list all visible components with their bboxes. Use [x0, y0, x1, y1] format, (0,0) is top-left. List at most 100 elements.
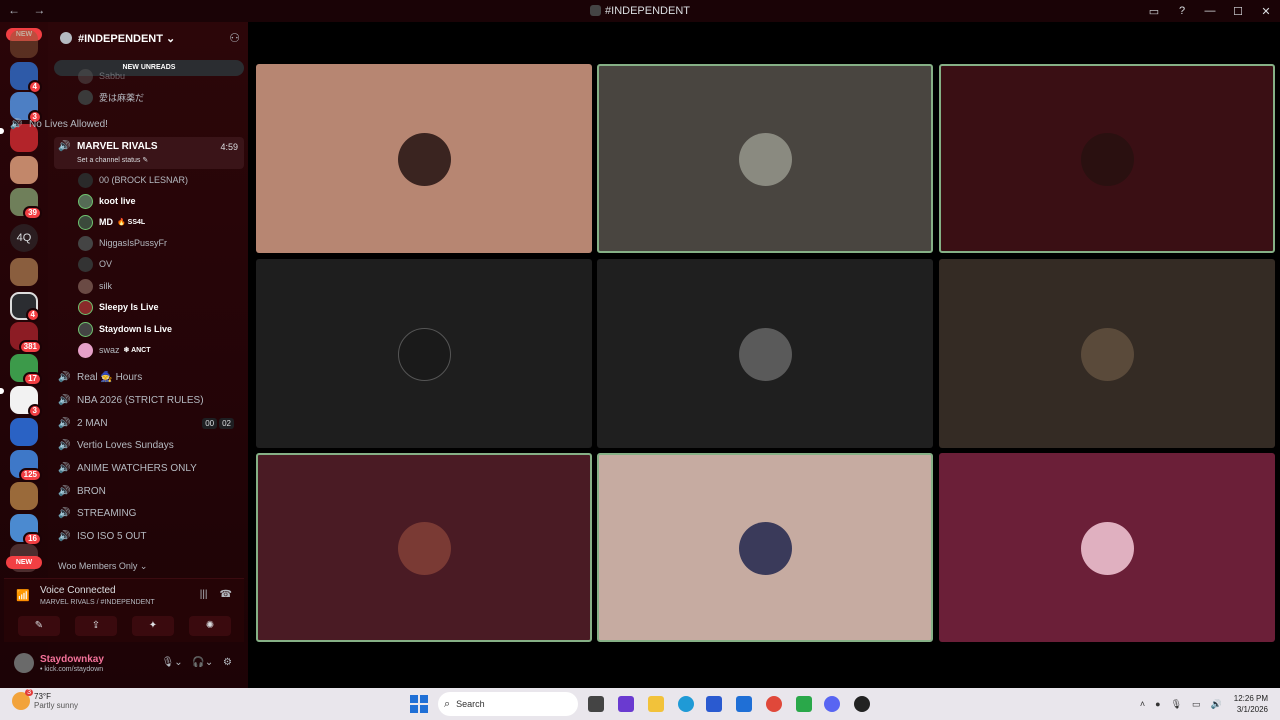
- clan-tag: ❄ ANCT: [123, 347, 151, 354]
- camera-off-button[interactable]: ✎: [18, 616, 60, 636]
- activities-button[interactable]: ✦: [132, 616, 174, 636]
- participant-tile[interactable]: [939, 64, 1275, 253]
- member-item[interactable]: Sleepy Is Live: [78, 297, 159, 317]
- clock[interactable]: 12:26 PM 3/1/2026: [1234, 693, 1268, 715]
- voice-channel[interactable]: 🔊 ISO ISO 5 OUT: [54, 526, 242, 546]
- server-icon-5[interactable]: 39: [10, 188, 42, 220]
- gear-icon[interactable]: ⚙: [223, 657, 232, 668]
- member-item[interactable]: Sabbu: [78, 66, 125, 86]
- app-icon[interactable]: [854, 696, 870, 712]
- taskbar-search[interactable]: ⌕ Search: [438, 692, 578, 716]
- server-icon-8[interactable]: 381: [10, 322, 42, 354]
- participant-tile[interactable]: [256, 64, 592, 253]
- chevron-up-icon[interactable]: ˄: [1140, 699, 1145, 709]
- member-name: swaz: [99, 345, 120, 355]
- participant-tile[interactable]: [939, 259, 1275, 448]
- speaker-icon: 🔊: [58, 530, 71, 542]
- chrome-icon[interactable]: [766, 696, 782, 712]
- app-icon[interactable]: [796, 696, 812, 712]
- participant-tile[interactable]: [256, 453, 592, 642]
- voice-channel-active[interactable]: 🔊 MARVEL RIVALS 4:59 Set a channel statu…: [54, 137, 244, 169]
- maximize-button[interactable]: ☐: [1224, 5, 1252, 18]
- server-icon-7[interactable]: 4: [10, 292, 40, 322]
- voice-channel[interactable]: 🔊 Vertio Loves Sundays: [54, 435, 242, 455]
- avatar: [1081, 132, 1134, 186]
- app-tray-icon[interactable]: ●: [1155, 699, 1160, 709]
- invite-icon[interactable]: ⚇: [229, 31, 240, 45]
- member-item[interactable]: OV: [78, 254, 112, 274]
- help-icon[interactable]: ?: [1168, 5, 1196, 17]
- server-icon-0[interactable]: [10, 30, 38, 58]
- volume-icon[interactable]: 🔊: [1211, 699, 1222, 710]
- voice-channel[interactable]: 🔊 ANIME WATCHERS ONLY: [54, 458, 242, 478]
- headphones-icon[interactable]: 🎧⌄: [192, 657, 213, 668]
- minimize-button[interactable]: —: [1196, 5, 1224, 17]
- server-name: #INDEPENDENT ⌄: [78, 32, 176, 45]
- microphone-icon[interactable]: 🎙: [1171, 699, 1182, 710]
- app-icon[interactable]: [618, 696, 634, 712]
- server-header[interactable]: #INDEPENDENT ⌄ ⚇: [48, 22, 248, 54]
- soundboard-button[interactable]: ✺: [189, 616, 231, 636]
- member-item[interactable]: MD 🔥 SS4L: [78, 212, 145, 232]
- signal-icon[interactable]: 📶: [16, 589, 30, 602]
- server-icon-10[interactable]: 3: [10, 386, 42, 418]
- voice-location[interactable]: MARVEL RIVALS / #INDEPENDENT: [40, 599, 155, 606]
- category-header[interactable]: Woo Members Only ⌄: [58, 561, 147, 572]
- avatar[interactable]: [14, 653, 34, 673]
- noise-suppression-icon[interactable]: |||: [200, 589, 208, 600]
- voice-channel[interactable]: 🔊 2 MAN 00 02: [54, 413, 242, 433]
- avatar: [78, 321, 93, 337]
- member-name: Sleepy Is Live: [99, 302, 159, 312]
- weather-icon: 3: [12, 689, 33, 710]
- unread-pip: [0, 128, 4, 134]
- user-panel: Staydownkay • kick.com/staydown 🎙⌄ 🎧⌄ ⚙: [4, 648, 244, 680]
- server-icon-1[interactable]: 4: [10, 62, 42, 94]
- member-name: MD: [99, 217, 113, 227]
- discord-icon[interactable]: [824, 696, 840, 712]
- server-icon-9[interactable]: 17: [10, 354, 42, 386]
- participant-tile[interactable]: [597, 64, 933, 253]
- username[interactable]: Staydownkay: [40, 654, 104, 665]
- voice-channel[interactable]: 🔊 NBA 2026 (STRICT RULES): [54, 390, 242, 410]
- member-item[interactable]: koot live: [78, 191, 136, 211]
- channel-status[interactable]: Set a channel status ✎: [77, 156, 148, 164]
- weather-widget[interactable]: 3 73°F Partly sunny: [12, 689, 78, 710]
- server-icon-14[interactable]: 16: [10, 514, 42, 546]
- channel-name: ANIME WATCHERS ONLY: [77, 462, 197, 474]
- microphone-icon[interactable]: 🎙⌄: [162, 657, 183, 668]
- server-icon-12[interactable]: 125: [10, 450, 42, 482]
- task-view-icon[interactable]: [588, 696, 604, 712]
- member-item[interactable]: 00 (BROCK LESNAR): [78, 170, 188, 190]
- speaker-icon: 🔊: [10, 118, 23, 130]
- server-icon-4[interactable]: [10, 156, 38, 184]
- outlook-icon[interactable]: [736, 696, 752, 712]
- disconnect-icon[interactable]: ☎: [220, 589, 232, 600]
- voice-channel[interactable]: 🔊 BRON: [54, 481, 242, 501]
- edge-icon[interactable]: [678, 696, 694, 712]
- voice-channel[interactable]: 🔊 STREAMING: [54, 503, 242, 523]
- voice-channel[interactable]: 🔊 No Lives Allowed!: [6, 114, 194, 134]
- participant-tile[interactable]: [256, 259, 592, 448]
- participant-tile[interactable]: [597, 453, 933, 642]
- start-button[interactable]: [410, 695, 428, 713]
- voice-channel[interactable]: 🔊 Real 🧙 Hours: [54, 367, 242, 387]
- inbox-icon[interactable]: ▭: [1140, 5, 1168, 18]
- member-item[interactable]: NiggasIsPussyFr: [78, 233, 167, 253]
- member-item[interactable]: swaz ❄ ANCT: [78, 340, 151, 360]
- member-item[interactable]: 愛は麻薬だ: [78, 87, 144, 107]
- file-explorer-icon[interactable]: [648, 696, 664, 712]
- server-icon-13[interactable]: [10, 482, 38, 510]
- server-icon-6[interactable]: [10, 258, 38, 286]
- close-button[interactable]: ✕: [1252, 5, 1280, 18]
- server-icon-11[interactable]: [10, 418, 38, 446]
- member-item[interactable]: Staydown Is Live: [78, 319, 172, 339]
- network-icon[interactable]: ▭: [1192, 699, 1201, 710]
- new-badge-bottom[interactable]: NEW: [6, 556, 42, 569]
- participant-tile[interactable]: [939, 453, 1275, 642]
- temperature: 73°F: [34, 692, 51, 701]
- member-item[interactable]: silk: [78, 276, 112, 296]
- server-icon-text[interactable]: 4Q: [10, 224, 38, 252]
- participant-tile[interactable]: [597, 259, 933, 448]
- screen-share-button[interactable]: ⇪: [75, 616, 117, 636]
- store-icon[interactable]: [706, 696, 722, 712]
